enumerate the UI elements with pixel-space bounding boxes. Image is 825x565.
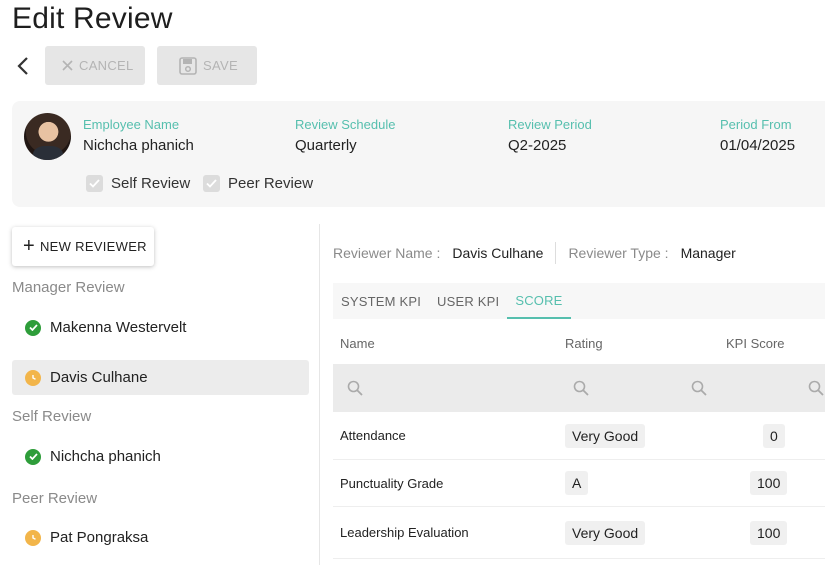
reviewer-detail-header: Reviewer Name : Davis Culhane Reviewer T…	[333, 242, 736, 264]
reviewer-type-value: Manager	[680, 245, 736, 261]
search-icon[interactable]	[808, 380, 824, 396]
row-rating: Very Good	[565, 424, 646, 448]
peer-review-label: Peer Review	[228, 175, 314, 192]
column-header-kpi-score[interactable]: KPI Score	[726, 336, 785, 351]
reviewer-name-label: Reviewer Name :	[333, 245, 441, 261]
checkbox-icon	[86, 175, 103, 192]
clock-icon	[25, 369, 41, 386]
save-button-label: SAVE	[203, 58, 238, 73]
grid-header: Name Rating KPI Score	[333, 320, 825, 364]
group-label-peer-review: Peer Review	[12, 490, 98, 507]
self-review-label: Self Review	[111, 175, 191, 192]
review-period-label: Review Period	[508, 117, 592, 132]
group-label-manager-review: Manager Review	[12, 279, 125, 296]
row-name: Attendance	[340, 428, 406, 443]
review-schedule-field: Review Schedule Quarterly	[295, 117, 395, 154]
search-icon[interactable]	[573, 380, 589, 396]
row-kpi-score: 100	[750, 471, 788, 495]
review-schedule-value: Quarterly	[295, 137, 357, 154]
table-row[interactable]: Punctuality Grade A 100	[333, 460, 825, 507]
employee-name-field: Employee Name Nichcha phanich	[83, 117, 194, 154]
self-review-checkbox[interactable]: Self Review	[86, 175, 190, 192]
score-grid: Name Rating KPI Score Attendance Very Go…	[333, 320, 825, 559]
checkbox-icon	[203, 175, 220, 192]
column-header-rating[interactable]: Rating	[565, 336, 603, 351]
reviewer-name: Davis Culhane	[50, 369, 148, 386]
back-button[interactable]	[12, 55, 34, 77]
period-from-field: Period From 01/04/2025	[720, 117, 795, 154]
reviewer-item-nichcha-phanich[interactable]: Nichcha phanich	[12, 439, 309, 474]
search-icon[interactable]	[691, 380, 707, 396]
page-title: Edit Review	[12, 2, 173, 35]
panel-divider	[319, 224, 320, 565]
cancel-button[interactable]: CANCEL	[45, 46, 145, 85]
peer-review-checkbox[interactable]: Peer Review	[203, 175, 313, 192]
plus-icon: +	[23, 234, 35, 257]
reviewer-item-makenna-westervelt[interactable]: Makenna Westervelt	[12, 310, 309, 345]
table-row[interactable]: Leadership Evaluation Very Good 100	[333, 507, 825, 559]
row-rating: Very Good	[565, 521, 646, 545]
cancel-button-label: CANCEL	[79, 58, 134, 73]
search-icon[interactable]	[347, 380, 363, 396]
tab-system-kpi[interactable]: SYSTEM KPI	[333, 283, 429, 319]
review-schedule-label: Review Schedule	[295, 117, 396, 132]
avatar	[24, 113, 71, 160]
floppy-disk-icon	[179, 56, 197, 75]
row-rating: A	[565, 471, 589, 495]
new-reviewer-label: NEW REVIEWER	[39, 239, 147, 254]
review-period-field: Review Period Q2-2025	[508, 117, 592, 154]
column-header-name[interactable]: Name	[340, 336, 375, 351]
reviewer-item-pat-pongraksa[interactable]: Pat Pongraksa	[12, 520, 309, 555]
reviewer-type-label: Reviewer Type :	[568, 245, 669, 261]
save-button[interactable]: SAVE	[157, 46, 257, 85]
new-reviewer-button[interactable]: + NEW REVIEWER	[12, 227, 154, 266]
reviewer-item-davis-culhane[interactable]: Davis Culhane	[12, 360, 309, 395]
employee-name-value: Nichcha phanich	[83, 137, 194, 154]
reviewer-name: Nichcha phanich	[50, 448, 161, 465]
close-icon	[62, 60, 73, 71]
employee-name-label: Employee Name	[83, 117, 180, 132]
filter-row	[333, 364, 825, 412]
row-name: Leadership Evaluation	[340, 525, 469, 540]
reviewer-name: Pat Pongraksa	[50, 529, 149, 546]
tab-score[interactable]: SCORE	[507, 283, 571, 319]
group-label-self-review: Self Review	[12, 408, 92, 425]
row-name: Punctuality Grade	[340, 476, 444, 491]
employee-info-card: Employee Name Nichcha phanich Review Sch…	[12, 101, 825, 207]
table-row[interactable]: Attendance Very Good 0	[333, 412, 825, 460]
check-circle-icon	[25, 448, 41, 465]
review-period-value: Q2-2025	[508, 137, 567, 154]
period-from-label: Period From	[720, 117, 792, 132]
clock-icon	[25, 529, 41, 546]
header-divider	[555, 242, 557, 264]
row-kpi-score: 100	[750, 521, 788, 545]
tab-user-kpi[interactable]: USER KPI	[429, 283, 507, 319]
row-kpi-score: 0	[763, 424, 785, 448]
kpi-tabs: SYSTEM KPI USER KPI SCORE	[333, 283, 825, 319]
chevron-left-icon	[17, 57, 28, 75]
period-from-value: 01/04/2025	[720, 137, 796, 154]
reviewer-name-value: Davis Culhane	[452, 245, 544, 261]
reviewer-name: Makenna Westervelt	[50, 319, 187, 336]
check-circle-icon	[25, 319, 41, 336]
